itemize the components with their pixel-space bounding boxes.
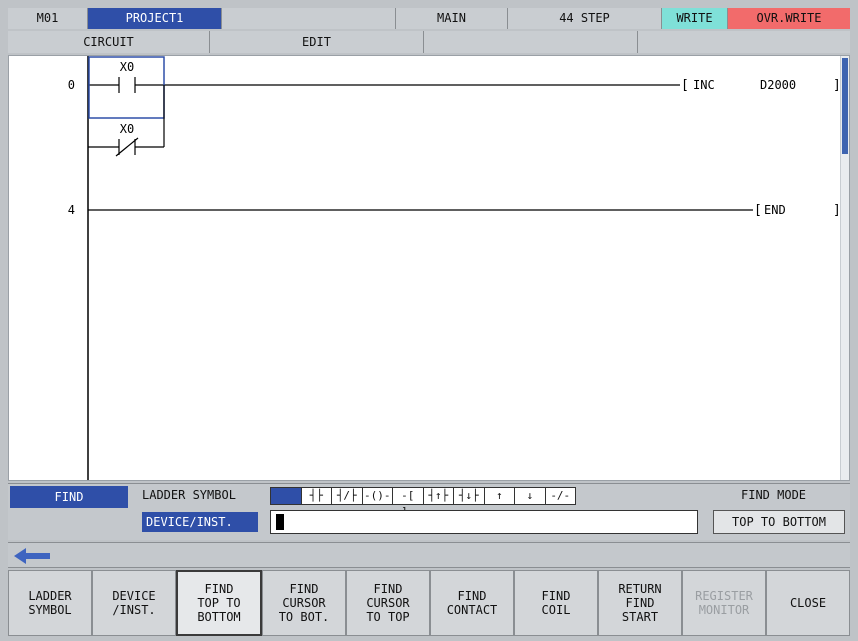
symbol-falling-edge[interactable]: ┤↓├ xyxy=(454,488,485,504)
instruction-close-bracket: ] xyxy=(833,78,839,93)
find-panel-title: FIND xyxy=(10,486,128,508)
scrollbar-thumb[interactable] xyxy=(842,58,848,154)
menu-empty-1 xyxy=(424,31,638,53)
instruction-open-bracket: [ xyxy=(681,78,689,93)
text-caret xyxy=(276,514,284,530)
station-label: M01 xyxy=(8,8,88,29)
fkey-register-monitor: REGISTER MONITOR xyxy=(682,570,766,636)
instruction-end: END xyxy=(764,203,786,217)
symbol-nc-contact[interactable]: ┤/├ xyxy=(332,488,363,504)
fkey-find-coil[interactable]: FIND COIL xyxy=(514,570,598,636)
symbol-coil[interactable]: -()- xyxy=(363,488,393,504)
symbol-cursor[interactable] xyxy=(271,488,302,504)
overwrite-mode-indicator: OVR.WRITE xyxy=(728,8,850,29)
ladder-editor[interactable]: 0 4 X0 X0 [ INC D2000 ] [ END ] xyxy=(8,55,850,481)
rung-1-step: 4 xyxy=(68,203,75,217)
rung-0-step: 0 xyxy=(68,78,75,92)
menu-empty-2 xyxy=(638,31,850,53)
function-key-bar: LADDER SYMBOL DEVICE /INST. FIND TOP TO … xyxy=(8,570,850,636)
fkey-find-contact[interactable]: FIND CONTACT xyxy=(430,570,514,636)
fkey-find-top-to-bottom[interactable]: FIND TOP TO BOTTOM xyxy=(176,570,262,636)
find-mode-button[interactable]: TOP TO BOTTOM xyxy=(713,510,845,534)
status-bar: M01 PROJECT1 MAIN 44 STEP WRITE OVR.WRIT… xyxy=(8,8,850,29)
symbol-instruction[interactable]: -[ ]- xyxy=(393,488,424,518)
ladder-symbol-label: LADDER SYMBOL xyxy=(142,488,236,502)
fkey-device-inst[interactable]: DEVICE /INST. xyxy=(92,570,176,636)
left-arrow-icon[interactable] xyxy=(12,546,52,566)
instruction-inc: INC xyxy=(693,78,715,92)
end-close-bracket: ] xyxy=(833,203,839,218)
symbol-vertical-down[interactable]: ↓ xyxy=(515,488,546,504)
symbol-no-contact[interactable]: ┤├ xyxy=(302,488,332,504)
end-open-bracket: [ xyxy=(754,203,762,218)
symbol-rising-edge[interactable]: ┤↑├ xyxy=(424,488,454,504)
vertical-scrollbar[interactable] xyxy=(840,56,849,480)
fkey-return-find-start[interactable]: RETURN FIND START xyxy=(598,570,682,636)
navigation-bar xyxy=(8,542,850,568)
project-label: PROJECT1 xyxy=(88,8,222,29)
program-label: MAIN xyxy=(396,8,508,29)
symbol-vertical-up[interactable]: ↑ xyxy=(485,488,515,504)
fkey-find-cursor-to-top[interactable]: FIND CURSOR TO TOP xyxy=(346,570,430,636)
device-inst-input[interactable] xyxy=(270,510,698,534)
menu-circuit[interactable]: CIRCUIT xyxy=(8,31,210,53)
find-mode-label: FIND MODE xyxy=(741,488,807,502)
step-count: 44 STEP xyxy=(508,8,662,29)
contact-1-device: X0 xyxy=(120,60,134,74)
symbol-invert[interactable]: -/- xyxy=(546,488,576,504)
fkey-close[interactable]: CLOSE xyxy=(766,570,850,636)
fkey-find-cursor-to-bottom[interactable]: FIND CURSOR TO BOT. xyxy=(262,570,346,636)
find-panel: FIND LADDER SYMBOL ┤├ ┤/├ -()- -[ ]- ┤↑├… xyxy=(8,483,850,540)
status-spacer xyxy=(222,8,396,29)
menu-edit[interactable]: EDIT xyxy=(210,31,424,53)
fkey-ladder-symbol[interactable]: LADDER SYMBOL xyxy=(8,570,92,636)
ladder-symbol-selector[interactable]: ┤├ ┤/├ -()- -[ ]- ┤↑├ ┤↓├ ↑ ↓ -/- xyxy=(270,487,576,518)
contact-2-device: X0 xyxy=(120,122,134,136)
menu-bar: CIRCUIT EDIT xyxy=(8,31,850,53)
instruction-operand: D2000 xyxy=(760,78,796,92)
device-inst-label: DEVICE/INST. xyxy=(142,512,258,532)
ladder-diagram: 0 4 X0 X0 [ INC D2000 ] [ END ] xyxy=(68,56,839,480)
write-mode-indicator: WRITE xyxy=(662,8,728,29)
